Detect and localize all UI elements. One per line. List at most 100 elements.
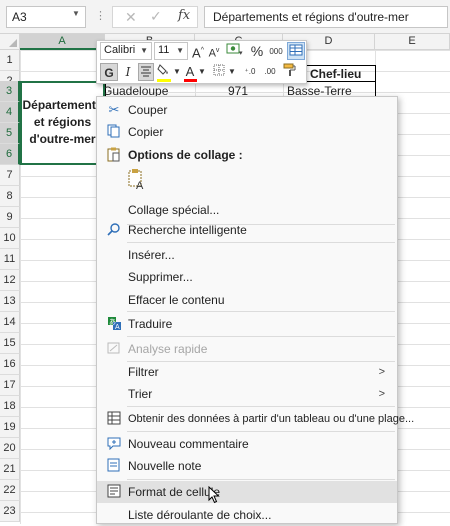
menu-item-label: Liste déroulante de choix... [128, 508, 272, 522]
format-cells-icon [106, 484, 122, 500]
menu-item-smart-lookup[interactable]: Recherche intelligente [97, 219, 397, 241]
new-note-icon [106, 458, 122, 474]
menu-item-translate[interactable]: あA Traduire [97, 313, 397, 335]
font-size-select[interactable]: 11 ▼ [154, 42, 188, 60]
menu-item-label: Filtrer [128, 365, 159, 379]
row-header[interactable]: 13 [0, 291, 20, 312]
increase-decimal-icon[interactable]: ⁺.0 [241, 63, 259, 81]
scissors-icon: ✂ [108, 102, 120, 117]
italic-button[interactable]: I [120, 63, 136, 81]
menu-separator [127, 242, 395, 243]
menu-item-label: Analyse rapide [128, 342, 208, 356]
row-header[interactable]: 22 [0, 480, 20, 501]
selected-cell-a3[interactable]: Départements et régions d'outre-mer [20, 81, 105, 165]
font-name-value: Calibri [104, 44, 136, 56]
bold-button[interactable]: G [100, 63, 118, 81]
formula-bar: A3 ▼ ⋮ ✕ ✓ fx Départements et régions d'… [0, 0, 450, 34]
accounting-format-icon[interactable]: ▾ [224, 42, 246, 60]
menu-item-cut[interactable]: ✂ Couper [97, 99, 397, 121]
row-header[interactable]: 1 [0, 50, 20, 71]
search-icon [106, 222, 122, 238]
row-header[interactable]: 20 [0, 438, 20, 459]
copy-icon [106, 124, 122, 140]
select-all-corner[interactable] [0, 34, 20, 50]
row-header[interactable]: 16 [0, 354, 20, 375]
percent-style-button[interactable]: % [250, 42, 264, 60]
insert-function-icon[interactable]: fx [178, 8, 190, 23]
chevron-right-icon: > [378, 388, 385, 400]
menu-separator [127, 336, 395, 337]
borders-icon[interactable] [211, 63, 227, 81]
row-header[interactable]: 21 [0, 459, 20, 480]
menu-item-filter[interactable]: Filtrer > [97, 361, 397, 383]
select-all-triangle-icon [9, 39, 17, 47]
menu-item-quick-analysis: Analyse rapide [97, 338, 397, 360]
menu-separator [127, 479, 395, 480]
mini-toolbar: Calibri ▼ 11 ▼ A^ Av ▾ % 000 G I ▼ A ▼ ▼… [96, 40, 307, 84]
font-name-select[interactable]: Calibri ▼ [100, 42, 152, 60]
row-header[interactable]: 17 [0, 375, 20, 396]
chevron-down-icon[interactable]: ▼ [198, 63, 206, 81]
menu-item-dropdown-list[interactable]: Liste déroulante de choix... [97, 504, 397, 526]
chevron-down-icon[interactable]: ▼ [173, 63, 181, 81]
chevron-right-icon: > [378, 366, 385, 378]
cell-d2[interactable]: Chef-lieu [310, 67, 361, 81]
row-header[interactable]: 4 [0, 102, 20, 123]
row-header[interactable]: 7 [0, 165, 20, 186]
menu-item-delete[interactable]: Supprimer... [97, 266, 397, 288]
svg-text:A: A [115, 324, 120, 331]
menu-item-sort[interactable]: Trier > [97, 383, 397, 405]
formula-input[interactable]: Départements et régions d'outre-mer [204, 6, 448, 28]
row-header[interactable]: 3 [0, 81, 20, 102]
row-header[interactable]: 6 [0, 144, 20, 165]
row-header[interactable]: 15 [0, 333, 20, 354]
row-header[interactable]: 10 [0, 228, 20, 249]
row-header[interactable]: 12 [0, 270, 20, 291]
row-header[interactable]: 8 [0, 186, 20, 207]
more-options-icon[interactable]: ⋮ [95, 9, 106, 22]
chevron-down-icon[interactable]: ▼ [228, 63, 236, 81]
format-painter-icon[interactable] [281, 63, 299, 81]
increase-font-icon[interactable]: A^ [191, 42, 205, 60]
chevron-down-icon: ▼ [176, 46, 184, 55]
menu-item-label: Copier [128, 125, 164, 139]
svg-text:▾: ▾ [239, 50, 243, 56]
menu-item-label: Insérer... [128, 248, 175, 262]
paste-option-button[interactable]: A [128, 168, 146, 192]
menu-item-format-cells[interactable]: Format de cellule [97, 481, 397, 503]
cancel-icon[interactable]: ✕ [125, 9, 137, 26]
row-header[interactable]: 19 [0, 417, 20, 438]
paste-icon [106, 147, 122, 163]
translate-icon: あA [106, 316, 122, 332]
menu-separator [127, 311, 395, 312]
row-header[interactable]: 11 [0, 249, 20, 270]
menu-item-clear-contents[interactable]: Effacer le contenu [97, 289, 397, 311]
menu-item-new-comment[interactable]: Nouveau commentaire [97, 433, 397, 455]
thousands-separator-button[interactable]: 000 [267, 43, 285, 61]
row-header[interactable]: 5 [0, 123, 20, 144]
menu-separator [127, 431, 395, 432]
chevron-down-icon[interactable]: ▼ [72, 9, 80, 18]
menu-item-get-data[interactable]: Obtenir des données à partir d'un tablea… [97, 408, 414, 430]
check-icon[interactable]: ✓ [150, 8, 162, 25]
column-header-a[interactable]: A [20, 34, 105, 50]
font-color-swatch [184, 79, 197, 82]
format-table-icon[interactable] [287, 42, 305, 60]
row-header[interactable]: 14 [0, 312, 20, 333]
row-header[interactable]: 9 [0, 207, 20, 228]
menu-item-label: Recherche intelligente [128, 223, 247, 237]
menu-item-copy[interactable]: Copier [97, 121, 397, 143]
menu-item-label: Nouveau commentaire [128, 437, 249, 451]
menu-item-new-note[interactable]: Nouvelle note [97, 455, 397, 477]
menu-item-insert[interactable]: Insérer... [97, 244, 397, 266]
menu-separator [127, 406, 395, 407]
align-center-icon[interactable] [138, 63, 154, 81]
svg-text:A: A [136, 180, 144, 190]
column-header-e[interactable]: E [375, 34, 450, 50]
name-box-value: A3 [12, 10, 27, 24]
menu-item-paste-special[interactable]: Collage spécial... [97, 199, 397, 221]
decrease-decimal-icon[interactable]: .00 [261, 63, 279, 81]
decrease-font-icon[interactable]: Av [207, 42, 221, 60]
row-header[interactable]: 18 [0, 396, 20, 417]
row-header[interactable]: 23 [0, 501, 20, 522]
